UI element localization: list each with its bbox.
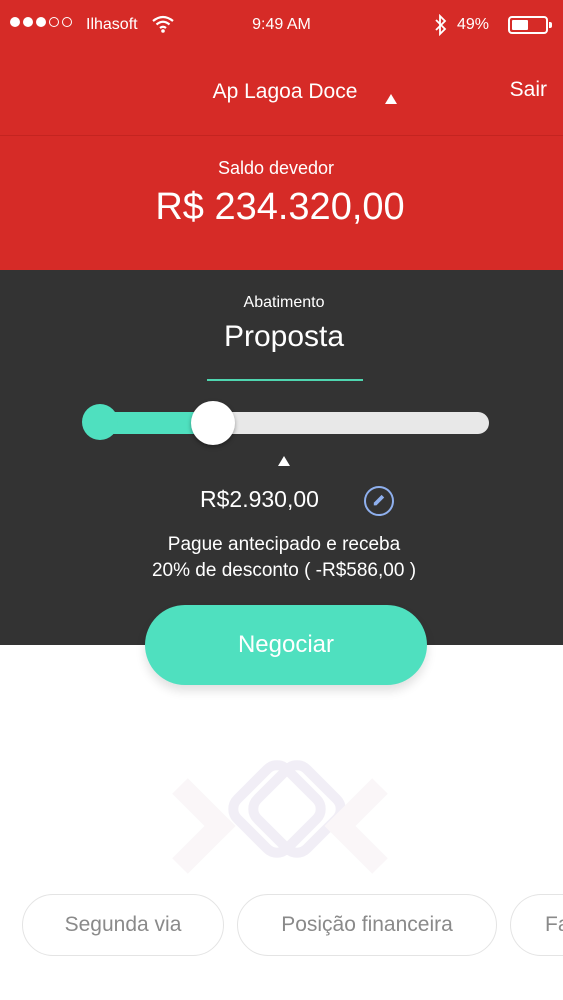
- discount-message-line1: Pague antecipado e receba: [167, 534, 401, 555]
- balance-amount: R$ 234.320,00: [155, 186, 405, 228]
- negotiate-button[interactable]: Negociar: [145, 605, 427, 685]
- financial-position-chip[interactable]: Posição financeira: [237, 894, 497, 956]
- quick-links: Segunda via Posição financeira Fa: [0, 894, 563, 956]
- caret-up-icon[interactable]: [385, 94, 397, 104]
- second-copy-chip[interactable]: Segunda via: [22, 894, 224, 956]
- discount-message-line2: 20% de desconto ( -R$586,00 ): [151, 560, 417, 581]
- logo-icon: [172, 760, 388, 874]
- abatimento-panel: Abatimento Proposta R$2.930,00 Pague ant…: [0, 270, 563, 645]
- screen: Ilhasoft 9:49 AM 49% Ap Lagoa Doce Sair …: [0, 0, 563, 1000]
- balance-section: Saldo devedor R$ 234.320,00: [0, 136, 563, 270]
- caret-up-icon: [278, 456, 290, 466]
- battery-percentage: 49%: [457, 16, 490, 33]
- slider-start-knob: [82, 404, 118, 440]
- abatimento-label: Abatimento: [243, 294, 325, 311]
- more-chip[interactable]: Fa: [510, 894, 563, 956]
- logout-button[interactable]: Sair: [510, 78, 547, 102]
- slider-thumb[interactable]: [190, 401, 235, 445]
- mode-selector[interactable]: Proposta: [0, 320, 563, 354]
- battery-icon: [508, 16, 552, 34]
- status-bar: Ilhasoft 9:49 AM 49%: [0, 0, 563, 50]
- pencil-icon[interactable]: [364, 486, 394, 516]
- bluetooth-icon: [435, 14, 447, 36]
- app-header: Ap Lagoa Doce Sair: [0, 50, 563, 136]
- proposed-amount: R$2.930,00: [200, 486, 319, 512]
- mode-underline: [207, 379, 363, 381]
- property-selector[interactable]: Ap Lagoa Doce: [0, 80, 563, 104]
- balance-label: Saldo devedor: [217, 158, 335, 178]
